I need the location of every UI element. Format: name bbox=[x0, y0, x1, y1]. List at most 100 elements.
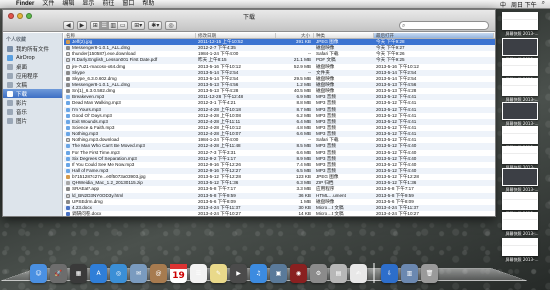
reminders-icon[interactable]: ☰ bbox=[190, 264, 207, 283]
downloads-stack-icon[interactable]: ⇩ bbox=[381, 264, 398, 283]
dock-glyph: @ bbox=[156, 270, 162, 277]
table-row[interactable]: 调研问卷.docx 2013-4-24 下午10:27 14 KB Micro…t 文… bbox=[64, 211, 495, 216]
sidebar-item-label: 桌面 bbox=[16, 63, 27, 71]
desktop-screenshot-file[interactable]: 屏幕快照 2013-… bbox=[502, 102, 542, 127]
sidebar-item-desktop[interactable]: 桌面 bbox=[3, 62, 62, 71]
music-file-icon bbox=[66, 169, 70, 173]
screenshot-thumbnail bbox=[502, 238, 538, 256]
menu-edit[interactable]: 编辑 bbox=[58, 0, 78, 9]
sidebar-item-all-files[interactable]: 我的所有文件 bbox=[3, 44, 62, 53]
mail-icon[interactable]: ✉ bbox=[130, 264, 147, 283]
menu-go[interactable]: 前往 bbox=[98, 0, 118, 9]
dock: ☺ 🚀 ▦ A ◎ ✉ @19 ☰ ✎ ▶ ♫ ▣ ◉ ⚙ ▤ ✍ ⇩ ▥ 🗑 bbox=[30, 255, 500, 283]
icon-view-button[interactable]: ⊞ bbox=[91, 22, 100, 29]
dock-glyph: 🗑 bbox=[426, 270, 434, 277]
column-header-modified[interactable]: 修改日期 bbox=[196, 33, 276, 38]
column-header-kind[interactable]: 种类 bbox=[314, 33, 374, 38]
safari-icon[interactable]: ◎ bbox=[110, 264, 127, 283]
column-view-button[interactable]: ▥ bbox=[109, 22, 118, 29]
search-input[interactable]: ⌕ bbox=[399, 21, 489, 30]
dock-separator bbox=[373, 263, 375, 283]
action-button[interactable]: ✱▾ bbox=[148, 21, 162, 30]
menu-window[interactable]: 窗口 bbox=[118, 0, 138, 9]
movies-icon bbox=[7, 100, 13, 106]
sidebar-item-label: 应用程序 bbox=[16, 72, 38, 80]
image-file-icon bbox=[66, 175, 70, 179]
music-file-icon bbox=[66, 114, 70, 118]
quicklook-button[interactable]: ◎ bbox=[165, 21, 176, 30]
all-files-icon bbox=[7, 46, 13, 52]
desktop-screenshot-file[interactable]: 屏幕快照 2013-… bbox=[502, 238, 542, 263]
menu-help[interactable]: 帮助 bbox=[138, 0, 158, 9]
spotlight-icon[interactable]: ⌕ bbox=[542, 0, 545, 9]
finder-icon[interactable]: ☺ bbox=[30, 264, 47, 283]
system-preferences-icon[interactable]: ⚙ bbox=[310, 264, 327, 283]
dock-glyph: ☺ bbox=[35, 270, 41, 277]
photo-booth-icon[interactable]: ◉ bbox=[290, 264, 307, 283]
desktop-file-label: 屏幕快照 2013-… bbox=[502, 257, 542, 263]
dock-glyph: ✉ bbox=[136, 270, 141, 277]
sidebar-item-label: AirDrop bbox=[16, 55, 35, 61]
list-view-button[interactable]: ☰ bbox=[100, 22, 109, 29]
documents-stack-icon[interactable]: ▥ bbox=[401, 264, 418, 283]
last-opened-cell: 2013-4-24 下午10:27 bbox=[374, 211, 494, 216]
menu-view[interactable]: 显示 bbox=[78, 0, 98, 9]
sidebar-heading-favorites: 个人收藏 bbox=[3, 33, 62, 44]
desktop-screenshot-file[interactable]: 屏幕快照 2013-… bbox=[502, 212, 542, 237]
file-list: 名称 修改日期 大小 种类 最后打开 Jeff(2).jpg 2011-12-15… bbox=[64, 33, 495, 216]
search-icon: ⌕ bbox=[402, 22, 405, 30]
desktop-file-label: 屏幕快照 2013-… bbox=[502, 31, 542, 37]
sidebar-item-airdrop[interactable]: AirDrop bbox=[3, 53, 62, 62]
window-title: 下载 bbox=[3, 12, 495, 21]
dock-glyph: ▣ bbox=[276, 270, 282, 277]
textedit-icon[interactable]: ✍ bbox=[350, 264, 367, 283]
sidebar-item-applications[interactable]: 应用程序 bbox=[3, 71, 62, 80]
desktop-screenshot-file[interactable]: 屏幕快照 2013-… bbox=[502, 12, 542, 37]
trash-icon[interactable]: 🗑 bbox=[421, 264, 438, 283]
notes-icon[interactable]: ✎ bbox=[210, 264, 227, 283]
forward-button[interactable]: ▶ bbox=[77, 21, 88, 30]
desktop-screenshot-file[interactable]: 屏幕快照 2013-… bbox=[502, 168, 542, 193]
sidebar-item-documents[interactable]: 文稿 bbox=[3, 80, 62, 89]
menu-file[interactable]: 文件 bbox=[38, 0, 58, 9]
calendar-icon[interactable]: 19 bbox=[170, 264, 187, 283]
app-store-icon[interactable]: A bbox=[90, 264, 107, 283]
dock-glyph: ⚙ bbox=[316, 270, 321, 277]
itunes-icon[interactable]: ♫ bbox=[250, 264, 267, 283]
column-header-size[interactable]: 大小 bbox=[276, 33, 314, 38]
mission-control-icon[interactable]: ▦ bbox=[70, 264, 87, 283]
dock-glyph: 🚀 bbox=[55, 270, 62, 277]
iphoto-icon[interactable]: ▣ bbox=[270, 264, 287, 283]
input-method-indicator[interactable]: 中 bbox=[500, 0, 506, 9]
screenshot-thumbnail bbox=[502, 146, 538, 164]
sidebar-item-downloads[interactable]: 下载 bbox=[3, 89, 62, 98]
screenshot-thumbnail bbox=[502, 12, 538, 30]
back-button[interactable]: ◀ bbox=[63, 21, 74, 30]
arrange-button[interactable]: ⊞▾ bbox=[131, 21, 145, 30]
sidebar-item-movies[interactable]: 影片 bbox=[3, 98, 62, 107]
dock-glyph: ▶ bbox=[236, 270, 241, 277]
preview-icon[interactable]: ▤ bbox=[330, 264, 347, 283]
menu-app-finder[interactable]: Finder bbox=[12, 0, 38, 9]
file-file-icon bbox=[66, 52, 70, 56]
dock-glyph: ◎ bbox=[116, 270, 121, 277]
music-file-icon bbox=[66, 157, 70, 161]
toolbar: ◀ ▶ ⊞ ☰ ▥ ▭ ⊞▾ ✱▾ ◎ bbox=[63, 21, 177, 30]
dock-glyph: ☰ bbox=[196, 270, 201, 277]
sidebar-item-music[interactable]: 音乐 bbox=[3, 107, 62, 116]
column-header-name[interactable]: 名称 bbox=[64, 33, 196, 38]
window-titlebar[interactable]: 下载 ◀ ▶ ⊞ ☰ ▥ ▭ ⊞▾ ✱▾ ◎ ⌕ bbox=[3, 10, 495, 32]
launchpad-icon[interactable]: 🚀 bbox=[50, 264, 67, 283]
applications-icon bbox=[7, 73, 13, 79]
calendar-header bbox=[170, 264, 187, 269]
music-file-icon bbox=[66, 120, 70, 124]
dock-glyph: ♫ bbox=[256, 270, 261, 277]
sidebar-item-pictures[interactable]: 图片 bbox=[3, 116, 62, 125]
menubar-clock[interactable]: 周日 下午 bbox=[511, 0, 537, 9]
desktop-screenshot-file[interactable]: 屏幕快照 2013-… bbox=[502, 78, 542, 103]
contacts-icon[interactable]: @ bbox=[150, 264, 167, 283]
coverflow-view-button[interactable]: ▭ bbox=[118, 22, 127, 29]
doc-file-icon bbox=[66, 206, 70, 210]
facetime-icon[interactable]: ▶ bbox=[230, 264, 247, 283]
column-header-last-opened[interactable]: 最后打开 bbox=[374, 33, 494, 38]
